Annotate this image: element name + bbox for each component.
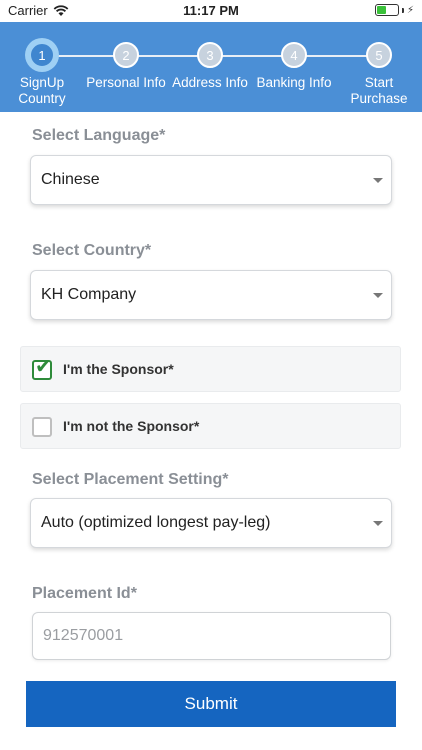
step-label: SignUp Country <box>18 75 66 106</box>
step-number: 1 <box>29 42 55 68</box>
sponsor-no-row[interactable]: I'm not the Sponsor* <box>20 403 401 449</box>
step-start-purchase[interactable]: 5 Start Purchase <box>337 42 421 107</box>
chevron-down-icon <box>373 293 383 298</box>
step-label: Start Purchase <box>350 75 408 106</box>
chevron-down-icon <box>373 178 383 183</box>
step-number: 4 <box>281 42 307 68</box>
checkmark-icon: ✔ <box>35 356 52 378</box>
signup-stepper: 1 SignUp Country 2 Personal Info 3 Addre… <box>0 22 422 112</box>
placement-id-placeholder: 912570001 <box>43 627 124 644</box>
step-number: 5 <box>366 42 392 68</box>
step-signup-country[interactable]: 1 SignUp Country <box>0 42 84 107</box>
step-number: 3 <box>197 42 223 68</box>
sponsor-yes-checkbox[interactable]: ✔ <box>32 356 52 380</box>
battery-icon <box>374 4 399 16</box>
language-select[interactable]: Chinese <box>30 155 392 205</box>
submit-button[interactable]: Submit <box>26 681 396 727</box>
chevron-down-icon <box>373 521 383 526</box>
status-bar: Carrier 11:17 PM ⚡ <box>0 0 422 22</box>
language-label: Select Language* <box>32 127 166 144</box>
country-select[interactable]: KH Company <box>30 270 392 320</box>
step-personal-info[interactable]: 2 Personal Info <box>84 42 168 91</box>
sponsor-no-label: I'm not the Sponsor* <box>63 418 200 434</box>
placement-label: Select Placement Setting* <box>32 471 229 488</box>
sponsor-yes-label: I'm the Sponsor* <box>63 361 174 377</box>
placement-id-label: Placement Id* <box>32 585 137 602</box>
status-time: 11:17 PM <box>183 3 239 18</box>
step-number: 2 <box>113 42 139 68</box>
battery-indicator: ⚡ <box>374 4 414 16</box>
step-label: Address Info <box>172 75 248 90</box>
sponsor-no-checkbox[interactable] <box>32 417 52 437</box>
country-label: Select Country* <box>32 242 152 259</box>
placement-select[interactable]: Auto (optimized longest pay-leg) <box>30 498 392 548</box>
step-banking-info[interactable]: 4 Banking Info <box>252 42 336 91</box>
step-label: Personal Info <box>86 75 166 90</box>
step-address-info[interactable]: 3 Address Info <box>168 42 252 91</box>
charging-icon: ⚡ <box>406 4 414 16</box>
country-value: KH Company <box>41 286 137 303</box>
sponsor-yes-row[interactable]: ✔ I'm the Sponsor* <box>20 346 401 392</box>
language-value: Chinese <box>41 171 100 188</box>
placement-value: Auto (optimized longest pay-leg) <box>41 514 271 531</box>
step-label: Banking Info <box>256 75 332 90</box>
placement-id-input[interactable]: 912570001 <box>32 612 391 660</box>
